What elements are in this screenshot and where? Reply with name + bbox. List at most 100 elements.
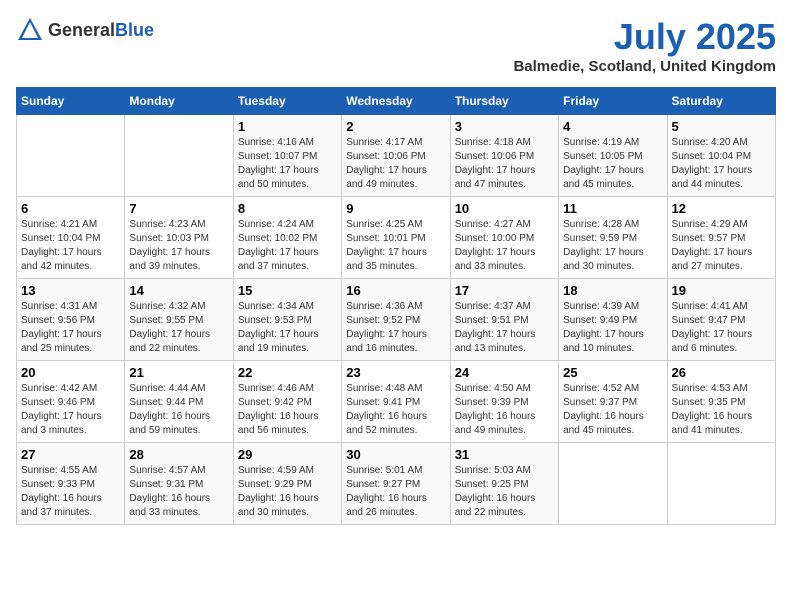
calendar-cell: 26 Sunrise: 4:53 AM Sunset: 9:35 PM Dayli… (667, 361, 775, 443)
calendar-cell: 6 Sunrise: 4:21 AM Sunset: 10:04 PM Dayli… (17, 197, 125, 279)
calendar-cell: 21 Sunrise: 4:44 AM Sunset: 9:44 PM Dayli… (125, 361, 233, 443)
day-info: Sunrise: 4:42 AM Sunset: 9:46 PM Dayligh… (21, 382, 120, 438)
weekday-header-monday: Monday (125, 88, 233, 115)
day-info: Sunrise: 4:57 AM Sunset: 9:31 PM Dayligh… (129, 464, 228, 520)
day-info: Sunrise: 4:29 AM Sunset: 9:57 PM Dayligh… (672, 218, 771, 274)
week-row-3: 13 Sunrise: 4:31 AM Sunset: 9:56 PM Dayli… (17, 279, 776, 361)
calendar-table: SundayMondayTuesdayWednesdayThursdayFrid… (16, 87, 776, 525)
main-title: July 2025 (513, 16, 776, 58)
logo-blue: Blue (115, 20, 154, 40)
day-number: 7 (129, 201, 228, 216)
day-number: 27 (21, 447, 120, 462)
calendar-cell: 22 Sunrise: 4:46 AM Sunset: 9:42 PM Dayli… (233, 361, 341, 443)
day-number: 16 (346, 283, 445, 298)
calendar-cell (125, 115, 233, 197)
day-info: Sunrise: 4:44 AM Sunset: 9:44 PM Dayligh… (129, 382, 228, 438)
day-number: 24 (455, 365, 554, 380)
day-number: 15 (238, 283, 337, 298)
day-info: Sunrise: 4:37 AM Sunset: 9:51 PM Dayligh… (455, 300, 554, 356)
calendar-cell: 23 Sunrise: 4:48 AM Sunset: 9:41 PM Dayli… (342, 361, 450, 443)
day-number: 28 (129, 447, 228, 462)
day-number: 30 (346, 447, 445, 462)
calendar-cell: 17Sunrise: 4:37 AM Sunset: 9:51 PM Dayli… (450, 279, 558, 361)
day-number: 20 (21, 365, 120, 380)
calendar-cell: 5 Sunrise: 4:20 AM Sunset: 10:04 PM Dayli… (667, 115, 775, 197)
calendar-cell: 25Sunrise: 4:52 AM Sunset: 9:37 PM Dayli… (559, 361, 667, 443)
day-info: Sunrise: 4:41 AM Sunset: 9:47 PM Dayligh… (672, 300, 771, 356)
calendar-cell: 18 Sunrise: 4:39 AM Sunset: 9:49 PM Dayli… (559, 279, 667, 361)
day-info: Sunrise: 4:59 AM Sunset: 9:29 PM Dayligh… (238, 464, 337, 520)
weekday-header-wednesday: Wednesday (342, 88, 450, 115)
calendar-cell: 19 Sunrise: 4:41 AM Sunset: 9:47 PM Dayli… (667, 279, 775, 361)
day-number: 22 (238, 365, 337, 380)
logo-text: GeneralBlue (48, 20, 154, 41)
day-number: 10 (455, 201, 554, 216)
calendar-cell: 24 Sunrise: 4:50 AM Sunset: 9:39 PM Dayli… (450, 361, 558, 443)
week-row-5: 27 Sunrise: 4:55 AM Sunset: 9:33 PM Dayli… (17, 443, 776, 525)
logo: GeneralBlue (16, 16, 154, 44)
calendar-cell: 3Sunrise: 4:18 AM Sunset: 10:06 PM Dayli… (450, 115, 558, 197)
calendar-cell: 30 Sunrise: 5:01 AM Sunset: 9:27 PM Dayli… (342, 443, 450, 525)
day-info: Sunrise: 4:53 AM Sunset: 9:35 PM Dayligh… (672, 382, 771, 438)
day-info: Sunrise: 4:23 AM Sunset: 10:03 PM Daylig… (129, 218, 228, 274)
day-info: Sunrise: 4:31 AM Sunset: 9:56 PM Dayligh… (21, 300, 120, 356)
day-number: 4 (563, 119, 662, 134)
day-number: 26 (672, 365, 771, 380)
day-number: 31 (455, 447, 554, 462)
location-subtitle: Balmedie, Scotland, United Kingdom (513, 58, 776, 75)
calendar-cell: 1Sunrise: 4:16 AM Sunset: 10:07 PM Dayli… (233, 115, 341, 197)
week-row-1: 1Sunrise: 4:16 AM Sunset: 10:07 PM Dayli… (17, 115, 776, 197)
day-number: 11 (563, 201, 662, 216)
weekday-header-friday: Friday (559, 88, 667, 115)
day-info: Sunrise: 5:03 AM Sunset: 9:25 PM Dayligh… (455, 464, 554, 520)
day-number: 23 (346, 365, 445, 380)
day-number: 6 (21, 201, 120, 216)
day-number: 2 (346, 119, 445, 134)
day-info: Sunrise: 4:19 AM Sunset: 10:05 PM Daylig… (563, 136, 662, 192)
day-info: Sunrise: 4:39 AM Sunset: 9:49 PM Dayligh… (563, 300, 662, 356)
calendar-cell: 9 Sunrise: 4:25 AM Sunset: 10:01 PM Dayli… (342, 197, 450, 279)
day-info: Sunrise: 4:50 AM Sunset: 9:39 PM Dayligh… (455, 382, 554, 438)
day-number: 9 (346, 201, 445, 216)
day-info: Sunrise: 4:55 AM Sunset: 9:33 PM Dayligh… (21, 464, 120, 520)
day-info: Sunrise: 4:36 AM Sunset: 9:52 PM Dayligh… (346, 300, 445, 356)
weekday-header-saturday: Saturday (667, 88, 775, 115)
day-number: 8 (238, 201, 337, 216)
calendar-cell: 13 Sunrise: 4:31 AM Sunset: 9:56 PM Dayli… (17, 279, 125, 361)
calendar-cell: 4 Sunrise: 4:19 AM Sunset: 10:05 PM Dayli… (559, 115, 667, 197)
day-info: Sunrise: 4:20 AM Sunset: 10:04 PM Daylig… (672, 136, 771, 192)
day-number: 13 (21, 283, 120, 298)
day-info: Sunrise: 4:25 AM Sunset: 10:01 PM Daylig… (346, 218, 445, 274)
day-info: Sunrise: 4:21 AM Sunset: 10:04 PM Daylig… (21, 218, 120, 274)
calendar-cell (667, 443, 775, 525)
weekday-header-sunday: Sunday (17, 88, 125, 115)
day-info: Sunrise: 4:27 AM Sunset: 10:00 PM Daylig… (455, 218, 554, 274)
day-info: Sunrise: 5:01 AM Sunset: 9:27 PM Dayligh… (346, 464, 445, 520)
day-number: 29 (238, 447, 337, 462)
day-number: 19 (672, 283, 771, 298)
calendar-cell: 16 Sunrise: 4:36 AM Sunset: 9:52 PM Dayli… (342, 279, 450, 361)
day-number: 5 (672, 119, 771, 134)
day-number: 21 (129, 365, 228, 380)
day-info: Sunrise: 4:17 AM Sunset: 10:06 PM Daylig… (346, 136, 445, 192)
day-info: Sunrise: 4:46 AM Sunset: 9:42 PM Dayligh… (238, 382, 337, 438)
calendar-cell: 31 Sunrise: 5:03 AM Sunset: 9:25 PM Dayli… (450, 443, 558, 525)
generalblue-logo-icon (16, 16, 44, 44)
day-number: 3 (455, 119, 554, 134)
calendar-cell: 29 Sunrise: 4:59 AM Sunset: 9:29 PM Dayli… (233, 443, 341, 525)
calendar-cell: 14Sunrise: 4:32 AM Sunset: 9:55 PM Dayli… (125, 279, 233, 361)
calendar-cell: 2 Sunrise: 4:17 AM Sunset: 10:06 PM Dayli… (342, 115, 450, 197)
calendar-cell: 8Sunrise: 4:24 AM Sunset: 10:02 PM Dayli… (233, 197, 341, 279)
day-number: 25 (563, 365, 662, 380)
day-number: 18 (563, 283, 662, 298)
week-row-4: 20 Sunrise: 4:42 AM Sunset: 9:46 PM Dayli… (17, 361, 776, 443)
calendar-cell: 27 Sunrise: 4:55 AM Sunset: 9:33 PM Dayli… (17, 443, 125, 525)
day-info: Sunrise: 4:48 AM Sunset: 9:41 PM Dayligh… (346, 382, 445, 438)
calendar-cell: 28 Sunrise: 4:57 AM Sunset: 9:31 PM Dayli… (125, 443, 233, 525)
calendar-cell (559, 443, 667, 525)
weekday-header-row: SundayMondayTuesdayWednesdayThursdayFrid… (17, 88, 776, 115)
day-number: 12 (672, 201, 771, 216)
weekday-header-thursday: Thursday (450, 88, 558, 115)
week-row-2: 6 Sunrise: 4:21 AM Sunset: 10:04 PM Dayli… (17, 197, 776, 279)
page-header: GeneralBlue July 2025 Balmedie, Scotland… (16, 16, 776, 75)
